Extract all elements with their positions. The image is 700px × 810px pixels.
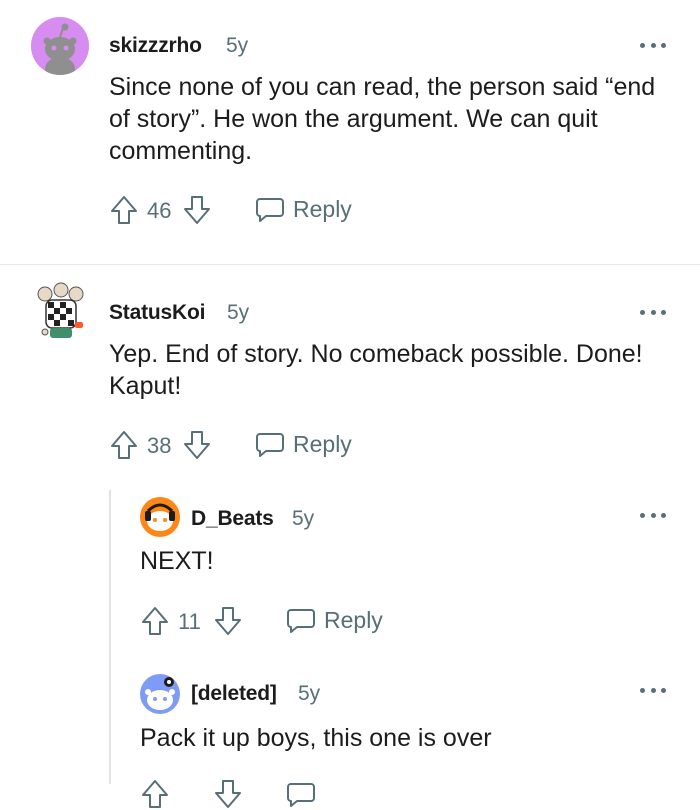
comment-age: 5y [226,34,249,57]
reply-button[interactable]: Reply [286,603,383,637]
comment-body: Yep. End of story. No comeback possible.… [109,340,643,400]
comment-bubble-icon[interactable] [286,778,316,810]
user-avatar-icon[interactable] [31,17,89,75]
reply-label: Reply [293,430,352,457]
more-options-icon[interactable] [640,307,666,317]
reply-button[interactable]: Reply [255,427,352,461]
comment-body: Since none of you can read, the person s… [109,73,656,165]
comment-bubble-icon [256,198,284,222]
reply-label: Reply [293,195,352,222]
comment-divider [0,264,700,265]
downvote-icon[interactable] [182,429,212,461]
comment-body: NEXT! [140,547,214,575]
vote-score: 38 [147,433,172,458]
reply-label: Reply [324,606,383,633]
more-options-icon[interactable] [640,510,666,520]
user-avatar-icon[interactable] [140,497,180,537]
comment-author[interactable]: skizzzrho [109,34,202,58]
more-options-icon[interactable] [640,40,666,50]
comment-author[interactable]: [deleted] [191,682,277,706]
upvote-icon[interactable] [140,605,170,637]
comment-age: 5y [298,682,321,705]
upvote-icon[interactable] [109,429,139,461]
upvote-icon[interactable] [140,778,170,810]
downvote-icon[interactable] [213,778,243,810]
downvote-icon[interactable] [182,194,212,226]
comment-author[interactable]: StatusKoi [109,301,205,325]
upvote-icon[interactable] [109,194,139,226]
comment-age: 5y [227,301,250,324]
thread-line[interactable] [109,490,111,784]
vote-score: 11 [178,609,201,634]
downvote-icon[interactable] [213,605,243,637]
user-avatar-icon[interactable] [34,282,88,344]
comment-bubble-icon [256,433,284,457]
comment-author[interactable]: D_Beats [191,507,274,531]
comment-body: Pack it up boys, this one is over [140,724,492,752]
comment-bubble-icon [287,609,315,633]
vote-score: 46 [147,198,172,223]
user-avatar-icon[interactable] [140,674,180,714]
reply-button[interactable]: Reply [255,192,352,226]
more-options-icon[interactable] [640,685,666,695]
comment-age: 5y [292,507,315,530]
